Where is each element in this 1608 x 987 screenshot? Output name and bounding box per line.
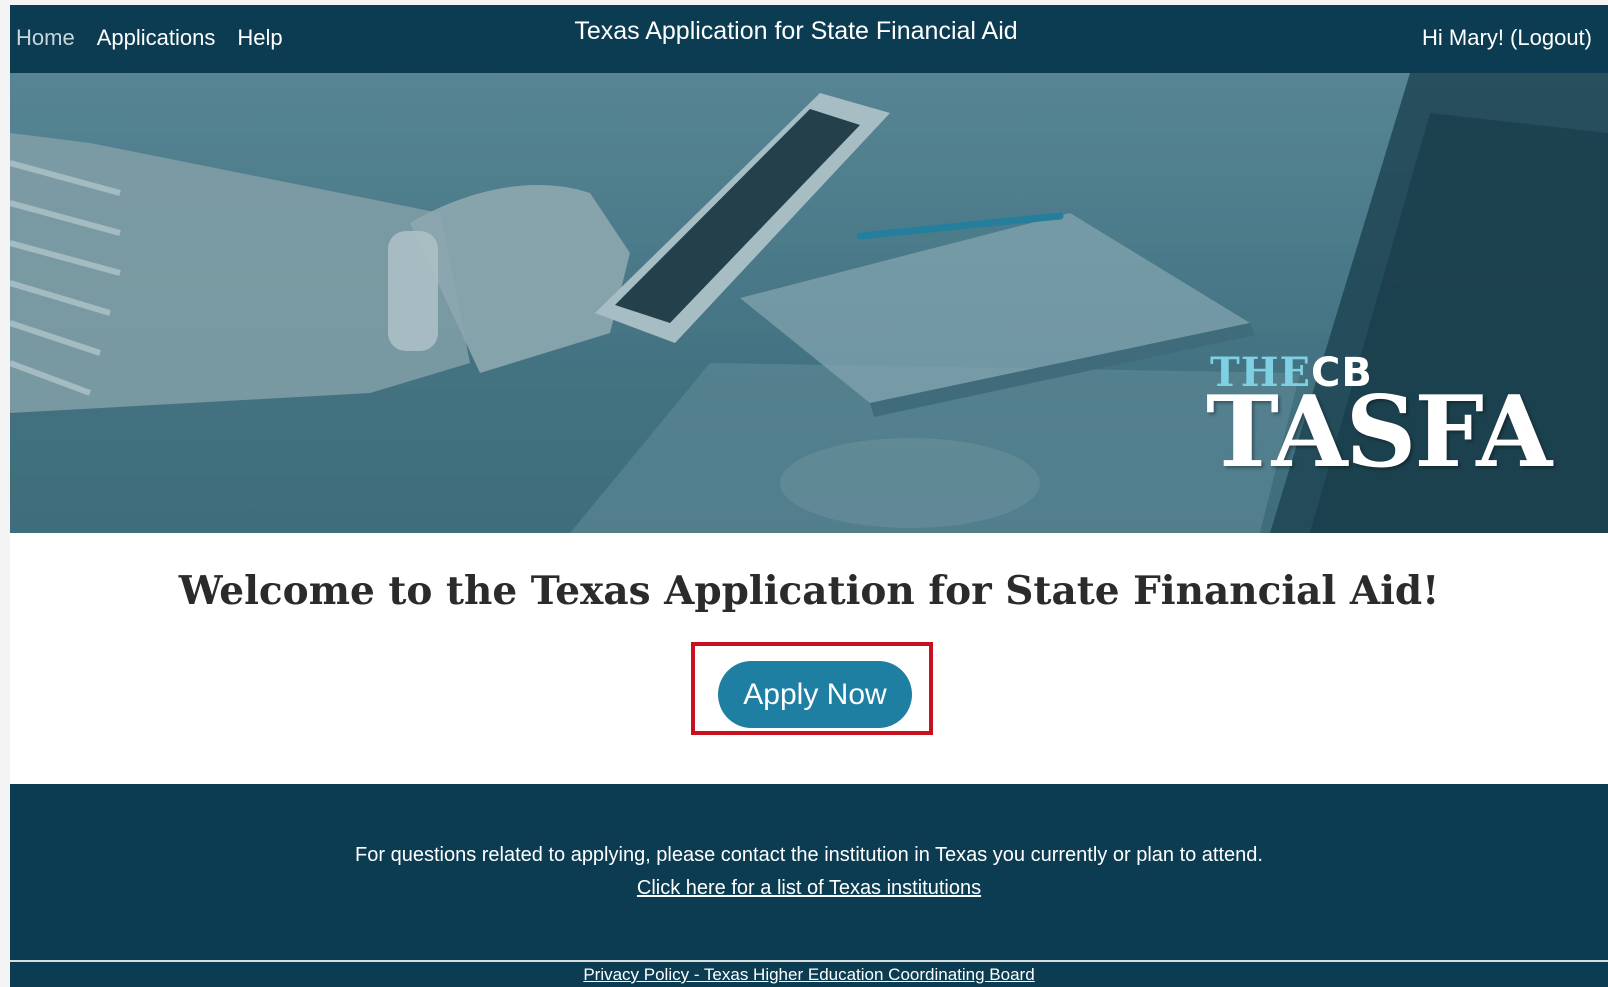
- site-title: Texas Application for State Financial Ai…: [574, 17, 1018, 45]
- privacy-policy-link[interactable]: Privacy Policy - Texas Higher Education …: [583, 965, 1034, 984]
- footer: For questions related to applying, pleas…: [10, 784, 1608, 961]
- page: Home Applications Help Texas Application…: [10, 5, 1608, 987]
- thecb-tasfa-logo: THECB TASFA: [1198, 353, 1558, 503]
- apply-now-button[interactable]: Apply Now: [718, 661, 912, 728]
- texas-institutions-link[interactable]: Click here for a list of Texas instituti…: [637, 877, 981, 899]
- footer-institutions-container: Click here for a list of Texas instituti…: [10, 877, 1608, 900]
- top-navigation-bar: Home Applications Help Texas Application…: [10, 5, 1608, 73]
- logo-tasfa-text: TASFA: [1206, 375, 1552, 490]
- bottom-bar: Privacy Policy - Texas Higher Education …: [10, 962, 1608, 987]
- footer-contact-text: For questions related to applying, pleas…: [355, 844, 1263, 866]
- welcome-heading: Welcome to the Texas Application for Sta…: [178, 568, 1440, 614]
- user-logout-link[interactable]: Hi Mary! (Logout): [1422, 25, 1592, 51]
- hero-banner: THECB TASFA: [10, 73, 1608, 533]
